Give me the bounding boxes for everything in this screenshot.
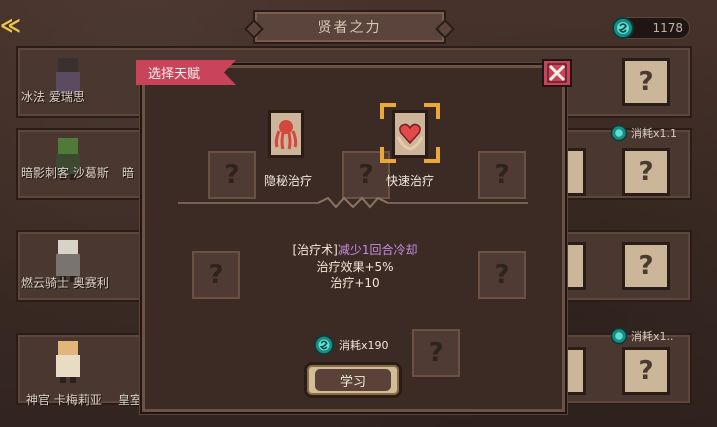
learn-cost-label: 消耗x190 [339,339,389,352]
locked-talent-slot[interactable]: ? [622,148,670,196]
hero-name: 暗影刺客 沙葛斯 [21,166,109,180]
row-cost-label: 消耗x1.1 [631,127,678,140]
talent-option[interactable] [268,110,304,158]
locked-talent-slot[interactable] [564,347,586,395]
page-title: 贤者之力 [317,20,382,36]
locked-talent-slot[interactable]: ? [622,242,670,290]
dialog-title: 选择天赋 [148,67,201,82]
hero-sprite [56,341,80,383]
hero-name-partial: 皇室 [118,393,143,407]
locked-talent-slot[interactable]: ? [622,347,670,395]
learn-cost: 消耗x190 [313,334,389,356]
learn-button[interactable]: 学习 [304,362,402,398]
squid-icon [274,120,298,150]
gem-icon [610,124,628,142]
dim-slot: ? [208,151,256,199]
talent-skill-tag: [治疗术] [292,243,338,257]
dim-slot: ? [412,329,460,377]
talent-effect: 减少1回合冷却 [337,243,418,257]
hero-name: 神官 卡梅莉亚 [26,393,102,407]
talent-description-line: 治疗+10 [330,276,380,290]
talent-description-line: 治疗效果+5% [316,260,394,274]
hero-name: 燃云骑士 奥赛利 [21,276,109,290]
gem-icon [612,17,634,39]
dialog-title-tab: 选择天赋 [136,60,236,85]
close-icon [547,63,567,83]
talent-label: 隐秘治疗 [264,174,313,188]
locked-talent-slot[interactable]: ? [622,58,670,106]
gem-icon [313,334,335,356]
currency-value: 1178 [652,21,683,35]
heart-hands-icon [396,123,424,151]
hero-name-partial: 暗 [122,166,135,180]
learn-button-label: 学习 [339,374,366,390]
talent-option[interactable] [392,110,428,158]
currency-display: 1178 [612,17,690,39]
row-cost-label: 消耗x1.. [631,330,674,343]
divider-ornament [178,196,528,209]
talent-label: 快速治疗 [386,174,435,188]
row-cost: 消耗x1.1 [610,124,677,142]
talent-description-line: [治疗术]减少1回合冷却 [240,242,470,258]
hero-name: 冰法 爱瑞思 [21,90,85,104]
gem-icon [610,327,628,345]
back-button[interactable]: ≪ [0,12,21,38]
dim-slot: ? [478,151,526,199]
close-button[interactable] [542,59,572,87]
locked-talent-slot[interactable] [564,242,586,290]
dim-slot: ? [478,251,526,299]
dim-slot: ? [192,251,240,299]
row-cost: 消耗x1.. [610,327,674,345]
locked-talent-slot[interactable] [564,148,586,196]
page-title-banner: 贤者之力 [253,10,446,44]
